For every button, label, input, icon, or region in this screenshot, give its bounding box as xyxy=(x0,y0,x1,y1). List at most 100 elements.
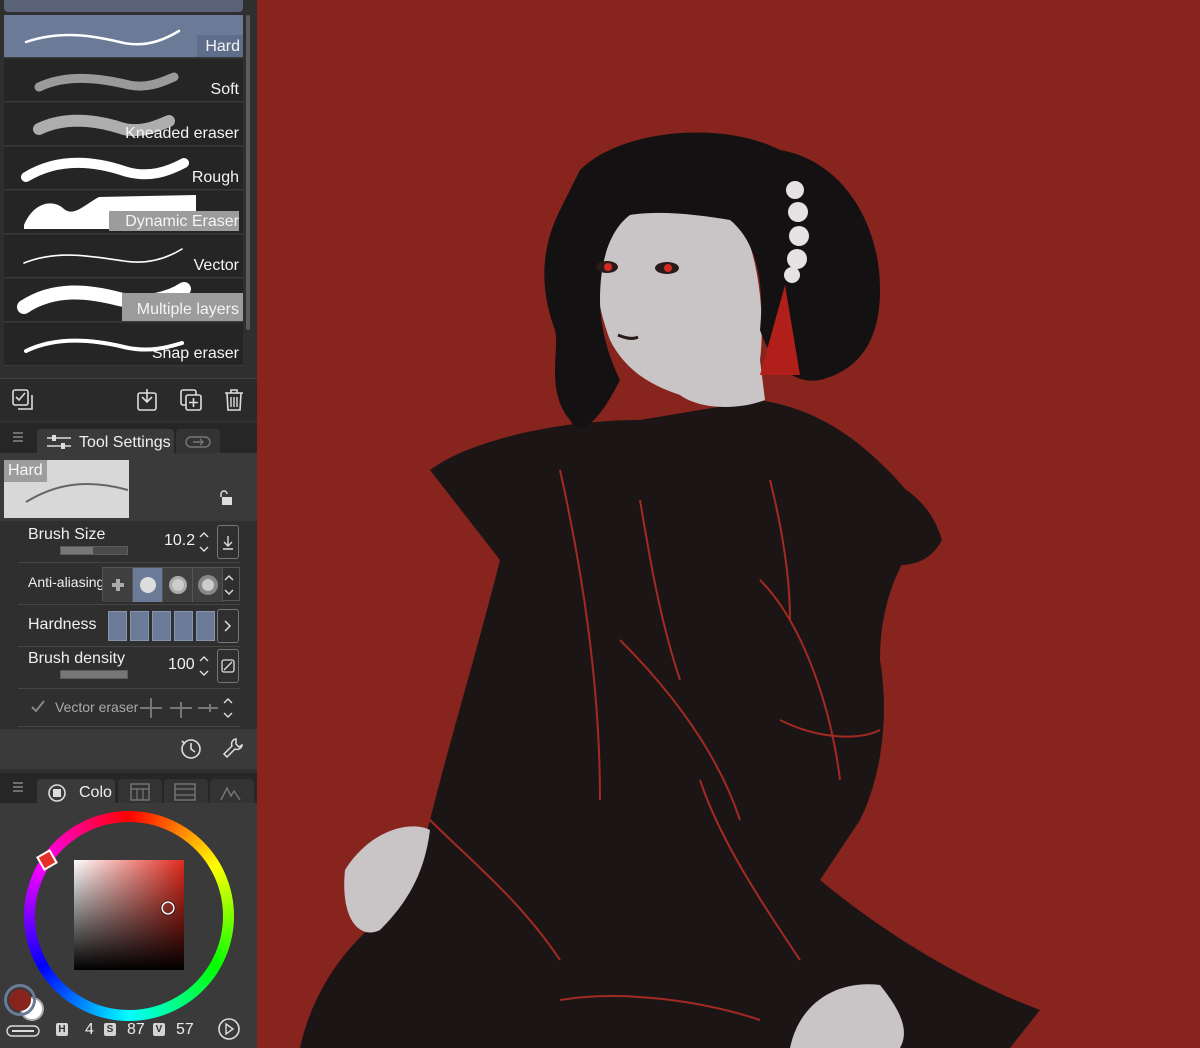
hardness-level-2[interactable] xyxy=(130,611,149,641)
v-value: 57 xyxy=(176,1021,194,1038)
hardness-label: Hardness xyxy=(28,616,97,633)
vector-eraser-label: Vector eraser xyxy=(55,699,139,715)
tool-settings-tab-strip: Tool Settings xyxy=(0,423,257,453)
brush-list: Hard Soft Kneaded eraser Rough Dynamic E… xyxy=(4,15,243,369)
brush-density-spinner[interactable] xyxy=(198,651,210,681)
brush-density-label: Brush density xyxy=(28,650,125,667)
brush-density-slider[interactable] xyxy=(60,670,128,679)
select-all-icon[interactable] xyxy=(10,387,36,413)
color-wheel-icon xyxy=(48,784,66,802)
preview-brush-name: Hard xyxy=(4,460,47,482)
brush-size-label: Brush Size xyxy=(28,526,106,543)
duplicate-icon[interactable] xyxy=(178,387,204,413)
brush-label: Soft xyxy=(210,81,239,98)
import-icon[interactable] xyxy=(134,387,160,413)
tab-color-wheel[interactable]: Colo xyxy=(37,779,115,803)
color-wheel-panel: H 4 S 87 V 57 xyxy=(0,803,257,1048)
brush-label: Hard xyxy=(197,35,243,57)
tab-label: Colo xyxy=(79,784,112,801)
color-settings-icon[interactable] xyxy=(217,1017,241,1041)
brush-label: Vector xyxy=(193,257,239,274)
s-badge: S xyxy=(104,1023,116,1036)
brush-item-snap-eraser[interactable]: Snap eraser xyxy=(4,323,243,366)
tool-settings-footer xyxy=(0,729,257,769)
anti-aliasing-label: Anti-aliasing xyxy=(28,574,105,590)
vector-eraser-mode-icons[interactable] xyxy=(138,695,218,721)
color-slider-icon xyxy=(174,783,196,801)
illustration-artwork xyxy=(300,132,1040,1048)
color-set-icon xyxy=(130,783,150,801)
aa-option-medium[interactable] xyxy=(163,568,193,602)
brush-label: Snap eraser xyxy=(151,345,239,362)
brush-preview: Hard xyxy=(4,460,129,518)
color-mode-icon[interactable] xyxy=(6,1023,40,1039)
tab-label: Tool Settings xyxy=(79,434,171,451)
brush-item-kneaded-eraser[interactable]: Kneaded eraser xyxy=(4,103,243,146)
hardness-expand-button[interactable] xyxy=(217,609,239,643)
pressure-icon xyxy=(221,659,235,673)
brush-item-soft[interactable]: Soft xyxy=(4,59,243,102)
tab-color-slider[interactable] xyxy=(164,779,208,803)
brush-density-pressure-button[interactable] xyxy=(217,649,239,683)
v-badge: V xyxy=(153,1023,165,1036)
brush-item-dynamic-eraser[interactable]: Dynamic Eraser xyxy=(4,191,243,234)
checkmark-icon[interactable] xyxy=(30,699,46,715)
brush-label: Multiple layers xyxy=(136,301,239,318)
tab-color-set[interactable] xyxy=(118,779,162,803)
brush-item-hard[interactable]: Hard xyxy=(4,15,243,58)
brush-size-setting: Brush Size 10.2 xyxy=(18,521,240,563)
brush-density-value[interactable]: 100 xyxy=(168,656,195,674)
hardness-level-1[interactable] xyxy=(108,611,127,641)
main-color-swatch[interactable] xyxy=(4,984,36,1016)
brush-size-slider[interactable] xyxy=(60,546,128,555)
brush-item-multiple-layers[interactable]: Multiple layers xyxy=(4,279,243,322)
brush-label: Dynamic Eraser xyxy=(125,213,239,230)
color-history-icon xyxy=(220,786,241,801)
tab-sub-tool-detail[interactable] xyxy=(176,429,220,453)
trash-icon[interactable] xyxy=(221,387,247,413)
brush-list-scrollbar[interactable] xyxy=(246,15,250,330)
brush-label: Kneaded eraser xyxy=(125,125,239,142)
hardness-setting: Hardness xyxy=(18,605,240,647)
brush-preview-area: Hard xyxy=(0,453,257,521)
download-icon xyxy=(223,536,233,550)
hardness-level-4[interactable] xyxy=(174,611,193,641)
color-picker-marker[interactable] xyxy=(160,900,176,916)
color-panel-menu-icon[interactable] xyxy=(12,781,24,793)
left-panel: Hard Soft Kneaded eraser Rough Dynamic E… xyxy=(0,0,257,1048)
h-badge: H xyxy=(56,1023,68,1036)
vector-eraser-setting: Vector eraser xyxy=(18,689,240,727)
tab-tool-settings[interactable]: Tool Settings xyxy=(37,429,174,453)
color-tab-strip: Colo xyxy=(0,773,257,803)
s-value: 87 xyxy=(127,1021,145,1038)
lock-icon[interactable] xyxy=(218,489,236,507)
aa-option-weak[interactable] xyxy=(133,568,163,602)
reset-icon[interactable] xyxy=(179,737,203,761)
brush-item-vector[interactable]: Vector xyxy=(4,235,243,278)
panel-menu-icon[interactable] xyxy=(12,431,24,443)
tab-color-history[interactable] xyxy=(210,779,254,803)
brush-size-pin-button[interactable] xyxy=(217,525,239,559)
wrench-icon[interactable] xyxy=(221,736,245,760)
anti-aliasing-spinner[interactable] xyxy=(223,570,235,600)
chevron-right-icon xyxy=(224,620,232,632)
brush-stroke-preview xyxy=(34,72,179,92)
sub-tool-detail-icon xyxy=(185,436,211,448)
aa-option-none[interactable] xyxy=(103,568,133,602)
vector-eraser-spinner[interactable] xyxy=(222,693,234,723)
hardness-level-5[interactable] xyxy=(196,611,215,641)
brush-list-toolbar xyxy=(0,378,257,420)
aa-option-strong[interactable] xyxy=(193,568,223,602)
anti-aliasing-setting: Anti-aliasing xyxy=(18,563,240,605)
hardness-level-3[interactable] xyxy=(152,611,171,641)
brush-size-value[interactable]: 10.2 xyxy=(164,532,195,550)
brush-label: Rough xyxy=(191,169,239,186)
brush-list-top-edge xyxy=(4,0,243,12)
h-value: 4 xyxy=(85,1021,94,1038)
sliders-icon xyxy=(47,435,71,449)
brush-density-setting: Brush density 100 xyxy=(18,647,240,689)
brush-item-rough[interactable]: Rough xyxy=(4,147,243,190)
brush-size-spinner[interactable] xyxy=(198,527,210,557)
anti-aliasing-options xyxy=(102,567,240,602)
drawing-canvas[interactable] xyxy=(257,0,1200,1048)
